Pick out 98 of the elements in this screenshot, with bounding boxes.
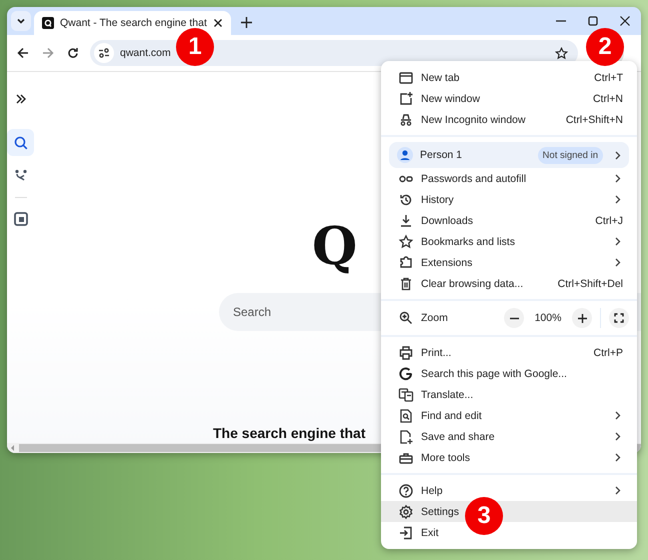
site-info-icon[interactable] xyxy=(94,43,114,63)
menu-item[interactable]: History xyxy=(381,189,637,210)
help-icon xyxy=(398,482,414,498)
tab-title: Qwant - The search engine that xyxy=(60,17,207,29)
person-icon xyxy=(397,147,413,163)
menu-item[interactable]: Extensions xyxy=(381,252,637,273)
menu-item[interactable]: Translate... xyxy=(381,384,637,405)
shortcut-text: Ctrl+J xyxy=(595,214,623,226)
shortcut-text: Ctrl+P xyxy=(594,346,623,358)
exit-icon xyxy=(398,524,414,540)
printer-icon xyxy=(398,344,414,360)
menu-item[interactable]: New tab Ctrl+T xyxy=(381,67,637,88)
menu-item[interactable]: Find and edit xyxy=(381,405,637,426)
zoom-level: 100% xyxy=(534,312,562,324)
caret-icon xyxy=(16,16,26,26)
profile-item[interactable]: Person 1 Not signed in xyxy=(389,142,629,168)
menu-item-label: Exit xyxy=(421,526,439,538)
branch-icon xyxy=(14,168,28,182)
chevron-icon xyxy=(615,411,621,420)
shortcut-text: Ctrl+Shift+N xyxy=(566,114,623,126)
shortcut-text: Ctrl+Shift+Del xyxy=(558,278,623,290)
double-chevron-icon[interactable] xyxy=(14,93,26,105)
chevron-icon xyxy=(615,195,621,204)
zoom-icon xyxy=(398,310,414,326)
zoom-in-button[interactable] xyxy=(572,308,592,328)
maximize-icon[interactable] xyxy=(588,16,598,26)
menu-item-label: Save and share xyxy=(421,430,495,442)
menu-item-label: Clear browsing data... xyxy=(421,278,524,290)
chevron-icon xyxy=(615,453,621,462)
menu-item-label: Zoom xyxy=(421,312,449,324)
menu-item-label: Print... xyxy=(421,346,452,358)
new-window-icon xyxy=(398,90,414,106)
site-logo: Q xyxy=(312,217,358,277)
menu-item-label: New tab xyxy=(421,72,460,84)
menu-item-label: Extensions xyxy=(421,256,472,268)
menu-item[interactable]: Print... Ctrl+P xyxy=(381,342,637,363)
incognito-icon xyxy=(398,112,414,128)
star-icon xyxy=(398,234,414,250)
document-search-icon xyxy=(398,408,414,424)
chevron-icon xyxy=(615,174,621,183)
gear-icon xyxy=(398,504,414,520)
menu-item[interactable]: New window Ctrl+N xyxy=(381,88,637,109)
menu-item-label: Help xyxy=(421,484,443,496)
forward-icon[interactable] xyxy=(42,47,54,59)
menu-item-label: New window xyxy=(421,92,480,104)
menu-item[interactable]: Save and share xyxy=(381,426,637,447)
chevron-icon xyxy=(615,237,621,246)
menu-item[interactable]: Passwords and autofill xyxy=(381,168,637,189)
tab-icon xyxy=(398,70,414,86)
close-icon[interactable] xyxy=(212,18,223,28)
chevron-icon xyxy=(615,432,621,441)
menu-item-label: Search this page with Google... xyxy=(421,368,567,380)
search-tab[interactable] xyxy=(7,129,34,156)
scroll-left-icon[interactable] xyxy=(9,443,17,453)
chevron-icon xyxy=(615,258,621,267)
menu-item-label: More tools xyxy=(421,452,470,464)
menu-item-label: Passwords and autofill xyxy=(421,172,526,184)
sign-in-status: Not signed in xyxy=(538,146,603,164)
menu-item-label: Find and edit xyxy=(421,410,482,422)
menu-item-label: Downloads xyxy=(421,214,473,226)
menu-item[interactable]: Downloads Ctrl+J xyxy=(381,210,637,231)
plus-icon xyxy=(578,314,586,322)
menu-item-label: Settings xyxy=(421,506,459,518)
reload-icon[interactable] xyxy=(67,47,79,59)
shortcut-text: Ctrl+N xyxy=(592,92,623,104)
browser-tab[interactable]: Qwant - The search engine that xyxy=(34,11,231,35)
document-share-icon xyxy=(398,428,414,444)
menu-item[interactable]: More tools xyxy=(381,447,637,468)
new-tab-icon[interactable] xyxy=(240,17,252,28)
puzzle-icon xyxy=(398,254,414,270)
chevron-icon xyxy=(615,150,621,160)
shortcut-text: Ctrl+T xyxy=(594,72,623,84)
trash-icon xyxy=(398,276,414,292)
menu-item[interactable]: Clear browsing data... Ctrl+Shift+Del xyxy=(381,273,637,294)
g-logo-icon xyxy=(398,366,414,382)
menu-item-label: Bookmarks and lists xyxy=(421,236,515,248)
menu-item-label: History xyxy=(421,194,454,206)
tab-search-button[interactable] xyxy=(11,11,31,31)
menu-item[interactable]: Bookmarks and lists xyxy=(381,231,637,252)
bookmark-star-icon[interactable] xyxy=(555,46,568,60)
menu-item-label: New Incognito window xyxy=(421,114,526,126)
close-icon[interactable] xyxy=(620,16,630,26)
translate-icon xyxy=(398,386,414,402)
zoom-out-button[interactable] xyxy=(504,308,524,328)
search-icon xyxy=(14,136,28,150)
square-icon xyxy=(14,212,28,226)
tagline: The search engine that xyxy=(213,425,366,441)
download-icon xyxy=(398,212,414,228)
menu-item[interactable]: Search this page with Google... xyxy=(381,363,637,384)
chevron-icon xyxy=(615,486,621,495)
fullscreen-icon xyxy=(614,313,624,323)
back-icon[interactable] xyxy=(17,47,29,59)
profile-name: Person 1 xyxy=(420,149,464,161)
menu-item-label: Translate... xyxy=(421,388,474,400)
url-text: qwant.com xyxy=(120,47,171,59)
favicon-icon xyxy=(42,17,54,29)
fullscreen-button[interactable] xyxy=(609,308,629,328)
menu-item[interactable]: New Incognito window Ctrl+Shift+N xyxy=(381,109,637,130)
